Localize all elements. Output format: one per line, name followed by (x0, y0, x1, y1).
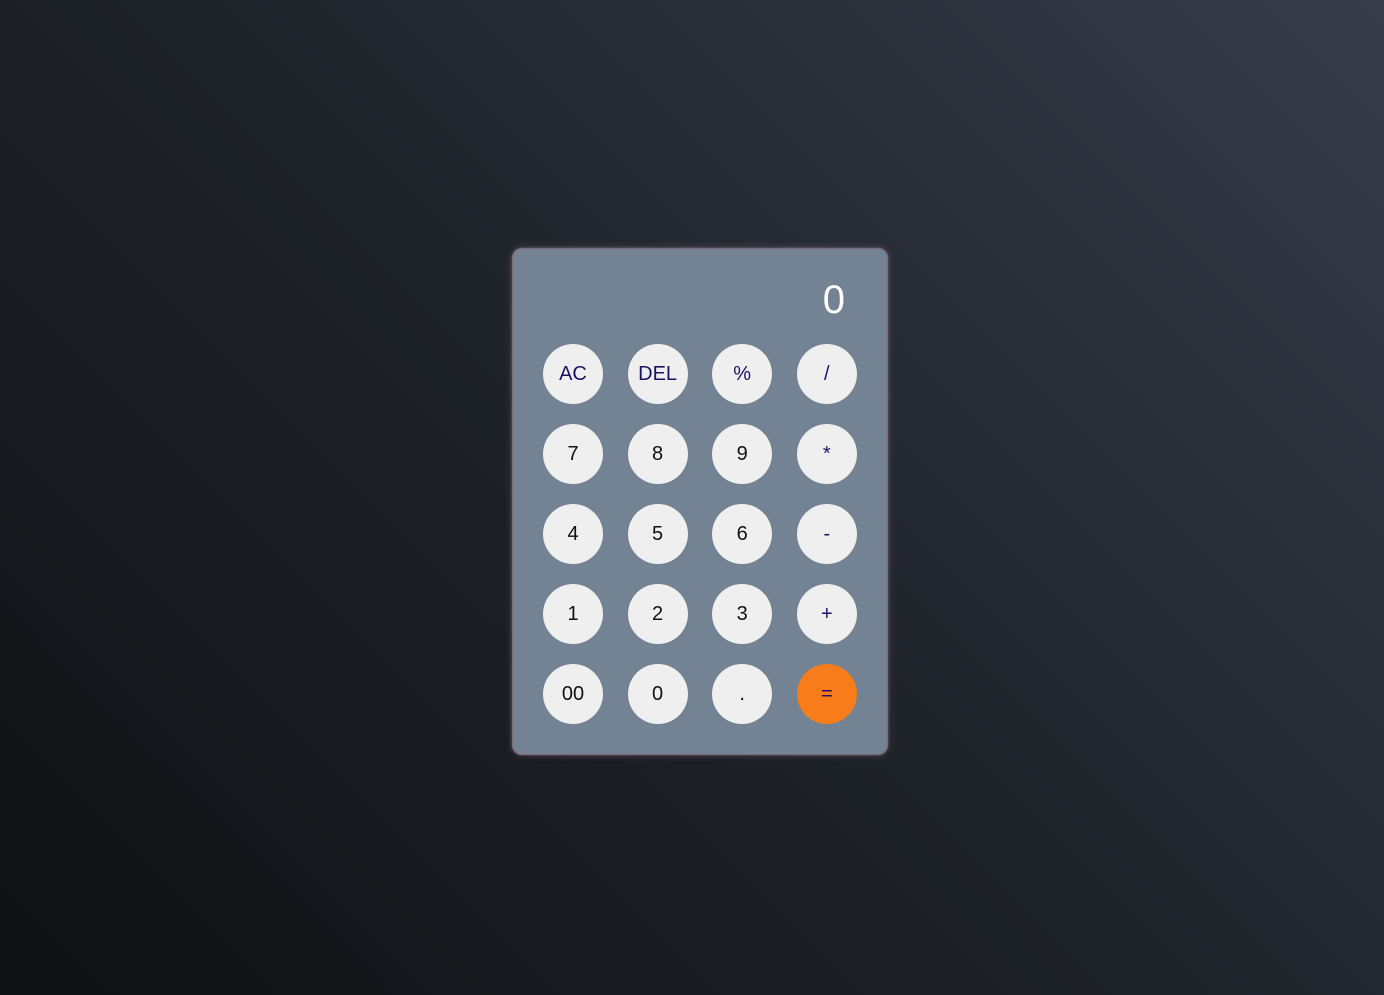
digit-5-button[interactable]: 5 (627, 504, 688, 564)
digit-1-button[interactable]: 1 (543, 584, 603, 644)
multiply-button[interactable]: * (796, 424, 857, 484)
digit-4-button[interactable]: 4 (543, 504, 603, 564)
decimal-point-button[interactable]: . (712, 664, 773, 724)
equals-button[interactable]: = (796, 664, 857, 724)
percent-button[interactable]: % (712, 344, 773, 404)
double-zero-button[interactable]: 00 (543, 664, 603, 724)
delete-button[interactable]: DEL (627, 344, 688, 404)
all-clear-button[interactable]: AC (543, 344, 603, 404)
divide-button[interactable]: / (796, 344, 857, 404)
digit-2-button[interactable]: 2 (627, 584, 688, 644)
digit-9-button[interactable]: 9 (712, 424, 773, 484)
digit-0-button[interactable]: 0 (627, 664, 688, 724)
calculator-panel: 0 AC DEL % / 7 8 9 * 4 5 6 - 1 2 3 + 00 … (512, 248, 888, 755)
add-button[interactable]: + (796, 584, 857, 644)
digit-7-button[interactable]: 7 (543, 424, 603, 484)
digit-3-button[interactable]: 3 (712, 584, 773, 644)
calculator-display: 0 (822, 278, 845, 322)
subtract-button[interactable]: - (796, 504, 857, 564)
keypad: AC DEL % / 7 8 9 * 4 5 6 - 1 2 3 + 00 0 … (543, 344, 857, 724)
digit-6-button[interactable]: 6 (712, 504, 773, 564)
digit-8-button[interactable]: 8 (627, 424, 688, 484)
